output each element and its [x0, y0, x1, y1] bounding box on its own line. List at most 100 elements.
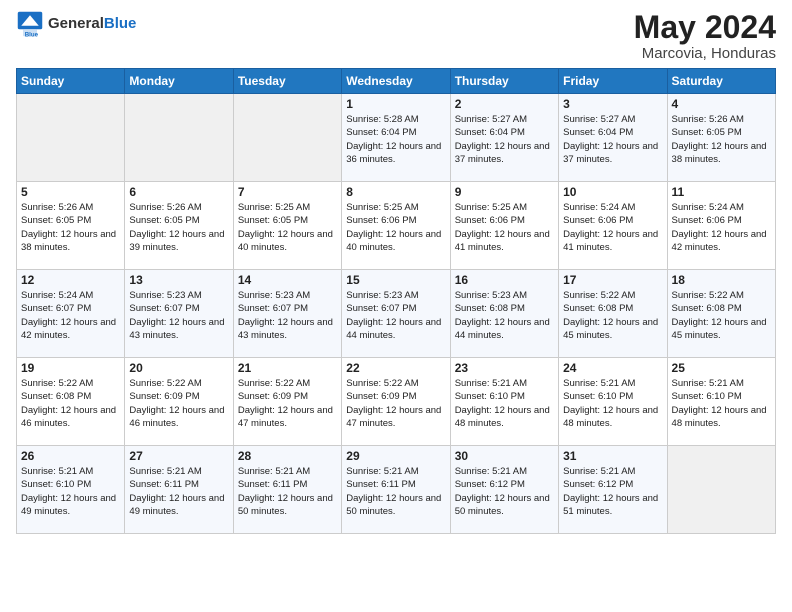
- day-info: Sunrise: 5:22 AM Sunset: 6:09 PM Dayligh…: [346, 377, 445, 430]
- day-info: Sunrise: 5:23 AM Sunset: 6:07 PM Dayligh…: [129, 289, 228, 342]
- day-number: 7: [238, 185, 337, 199]
- day-info: Sunrise: 5:21 AM Sunset: 6:11 PM Dayligh…: [238, 465, 337, 518]
- calendar-cell: 20Sunrise: 5:22 AM Sunset: 6:09 PM Dayli…: [125, 358, 233, 446]
- day-info: Sunrise: 5:22 AM Sunset: 6:08 PM Dayligh…: [21, 377, 120, 430]
- logo-text: GeneralBlue: [48, 15, 136, 33]
- day-number: 25: [672, 361, 771, 375]
- logo-icon: Blue: [16, 10, 44, 38]
- calendar-cell: 9 Sunrise: 5:25 AM Sunset: 6:06 PM Daylig…: [450, 182, 558, 270]
- weekday-header: Thursday: [450, 69, 558, 94]
- calendar-cell: 28 Sunrise: 5:21 AM Sunset: 6:11 PM Dayli…: [233, 446, 341, 534]
- day-number: 27: [129, 449, 228, 463]
- calendar-cell: 8 Sunrise: 5:25 AM Sunset: 6:06 PM Daylig…: [342, 182, 450, 270]
- day-info: Sunrise: 5:25 AM Sunset: 6:06 PM Dayligh…: [455, 201, 554, 254]
- calendar-cell: 25 Sunrise: 5:21 AM Sunset: 6:10 PM Dayli…: [667, 358, 775, 446]
- calendar-cell: 6 Sunrise: 5:26 AM Sunset: 6:05 PM Daylig…: [125, 182, 233, 270]
- weekday-header: Saturday: [667, 69, 775, 94]
- svg-text:Blue: Blue: [25, 31, 39, 38]
- day-info: Sunrise: 5:28 AM Sunset: 6:04 PM Dayligh…: [346, 113, 445, 166]
- day-info: Sunrise: 5:24 AM Sunset: 6:07 PM Dayligh…: [21, 289, 120, 342]
- page-header: Blue GeneralBlue May 2024 Marcovia, Hond…: [16, 10, 776, 62]
- day-number: 22: [346, 361, 445, 375]
- calendar-cell: 29 Sunrise: 5:21 AM Sunset: 6:11 PM Dayli…: [342, 446, 450, 534]
- day-number: 13: [129, 273, 228, 287]
- day-number: 5: [21, 185, 120, 199]
- day-info: Sunrise: 5:25 AM Sunset: 6:06 PM Dayligh…: [346, 201, 445, 254]
- weekday-header: Monday: [125, 69, 233, 94]
- calendar-cell: 22 Sunrise: 5:22 AM Sunset: 6:09 PM Dayli…: [342, 358, 450, 446]
- weekday-header: Sunday: [17, 69, 125, 94]
- day-info: Sunrise: 5:24 AM Sunset: 6:06 PM Dayligh…: [672, 201, 771, 254]
- month-title: May 2024: [634, 10, 776, 45]
- day-info: Sunrise: 5:21 AM Sunset: 6:12 PM Dayligh…: [455, 465, 554, 518]
- calendar-cell: 7 Sunrise: 5:25 AM Sunset: 6:05 PM Daylig…: [233, 182, 341, 270]
- calendar-cell: 18 Sunrise: 5:22 AM Sunset: 6:08 PM Dayli…: [667, 270, 775, 358]
- day-number: 4: [672, 97, 771, 111]
- day-info: Sunrise: 5:24 AM Sunset: 6:06 PM Dayligh…: [563, 201, 662, 254]
- day-info: Sunrise: 5:23 AM Sunset: 6:07 PM Dayligh…: [238, 289, 337, 342]
- day-number: 19: [21, 361, 120, 375]
- day-info: Sunrise: 5:26 AM Sunset: 6:05 PM Dayligh…: [129, 201, 228, 254]
- calendar-cell: [125, 94, 233, 182]
- day-number: 11: [672, 185, 771, 199]
- calendar-cell: 12 Sunrise: 5:24 AM Sunset: 6:07 PM Dayli…: [17, 270, 125, 358]
- day-info: Sunrise: 5:25 AM Sunset: 6:05 PM Dayligh…: [238, 201, 337, 254]
- day-number: 17: [563, 273, 662, 287]
- day-number: 15: [346, 273, 445, 287]
- weekday-header: Wednesday: [342, 69, 450, 94]
- calendar-cell: 15 Sunrise: 5:23 AM Sunset: 6:07 PM Dayli…: [342, 270, 450, 358]
- day-number: 10: [563, 185, 662, 199]
- day-number: 31: [563, 449, 662, 463]
- calendar-cell: 10 Sunrise: 5:24 AM Sunset: 6:06 PM Dayli…: [559, 182, 667, 270]
- calendar-cell: [233, 94, 341, 182]
- day-info: Sunrise: 5:21 AM Sunset: 6:10 PM Dayligh…: [672, 377, 771, 430]
- calendar-cell: 19 Sunrise: 5:22 AM Sunset: 6:08 PM Dayli…: [17, 358, 125, 446]
- calendar-week-row: 1Sunrise: 5:28 AM Sunset: 6:04 PM Daylig…: [17, 94, 776, 182]
- day-info: Sunrise: 5:23 AM Sunset: 6:07 PM Dayligh…: [346, 289, 445, 342]
- day-info: Sunrise: 5:22 AM Sunset: 6:09 PM Dayligh…: [238, 377, 337, 430]
- location-title: Marcovia, Honduras: [634, 45, 776, 62]
- calendar-cell: 31Sunrise: 5:21 AM Sunset: 6:12 PM Dayli…: [559, 446, 667, 534]
- calendar-table: SundayMondayTuesdayWednesdayThursdayFrid…: [16, 68, 776, 534]
- calendar-cell: 17 Sunrise: 5:22 AM Sunset: 6:08 PM Dayli…: [559, 270, 667, 358]
- day-number: 14: [238, 273, 337, 287]
- calendar-cell: 23Sunrise: 5:21 AM Sunset: 6:10 PM Dayli…: [450, 358, 558, 446]
- calendar-week-row: 19 Sunrise: 5:22 AM Sunset: 6:08 PM Dayli…: [17, 358, 776, 446]
- calendar-cell: 16Sunrise: 5:23 AM Sunset: 6:08 PM Dayli…: [450, 270, 558, 358]
- calendar-cell: 3Sunrise: 5:27 AM Sunset: 6:04 PM Daylig…: [559, 94, 667, 182]
- calendar-week-row: 12 Sunrise: 5:24 AM Sunset: 6:07 PM Dayli…: [17, 270, 776, 358]
- calendar-page: Blue GeneralBlue May 2024 Marcovia, Hond…: [0, 0, 792, 612]
- calendar-week-row: 5 Sunrise: 5:26 AM Sunset: 6:05 PM Daylig…: [17, 182, 776, 270]
- calendar-cell: 26 Sunrise: 5:21 AM Sunset: 6:10 PM Dayli…: [17, 446, 125, 534]
- calendar-cell: 4Sunrise: 5:26 AM Sunset: 6:05 PM Daylig…: [667, 94, 775, 182]
- logo-general: General: [48, 15, 104, 32]
- calendar-cell: 24 Sunrise: 5:21 AM Sunset: 6:10 PM Dayli…: [559, 358, 667, 446]
- day-number: 9: [455, 185, 554, 199]
- calendar-cell: 21 Sunrise: 5:22 AM Sunset: 6:09 PM Dayli…: [233, 358, 341, 446]
- day-info: Sunrise: 5:22 AM Sunset: 6:09 PM Dayligh…: [129, 377, 228, 430]
- day-info: Sunrise: 5:22 AM Sunset: 6:08 PM Dayligh…: [672, 289, 771, 342]
- day-number: 16: [455, 273, 554, 287]
- calendar-cell: 2 Sunrise: 5:27 AM Sunset: 6:04 PM Daylig…: [450, 94, 558, 182]
- day-number: 28: [238, 449, 337, 463]
- day-number: 18: [672, 273, 771, 287]
- calendar-week-row: 26 Sunrise: 5:21 AM Sunset: 6:10 PM Dayli…: [17, 446, 776, 534]
- day-info: Sunrise: 5:21 AM Sunset: 6:11 PM Dayligh…: [346, 465, 445, 518]
- day-number: 21: [238, 361, 337, 375]
- day-number: 29: [346, 449, 445, 463]
- day-number: 24: [563, 361, 662, 375]
- day-number: 12: [21, 273, 120, 287]
- day-number: 26: [21, 449, 120, 463]
- day-info: Sunrise: 5:21 AM Sunset: 6:10 PM Dayligh…: [21, 465, 120, 518]
- day-number: 6: [129, 185, 228, 199]
- calendar-cell: 30Sunrise: 5:21 AM Sunset: 6:12 PM Dayli…: [450, 446, 558, 534]
- day-info: Sunrise: 5:22 AM Sunset: 6:08 PM Dayligh…: [563, 289, 662, 342]
- day-info: Sunrise: 5:21 AM Sunset: 6:10 PM Dayligh…: [563, 377, 662, 430]
- weekday-header-row: SundayMondayTuesdayWednesdayThursdayFrid…: [17, 69, 776, 94]
- calendar-cell: 27Sunrise: 5:21 AM Sunset: 6:11 PM Dayli…: [125, 446, 233, 534]
- day-info: Sunrise: 5:27 AM Sunset: 6:04 PM Dayligh…: [455, 113, 554, 166]
- day-number: 8: [346, 185, 445, 199]
- weekday-header: Friday: [559, 69, 667, 94]
- logo: Blue GeneralBlue: [16, 10, 136, 38]
- day-number: 2: [455, 97, 554, 111]
